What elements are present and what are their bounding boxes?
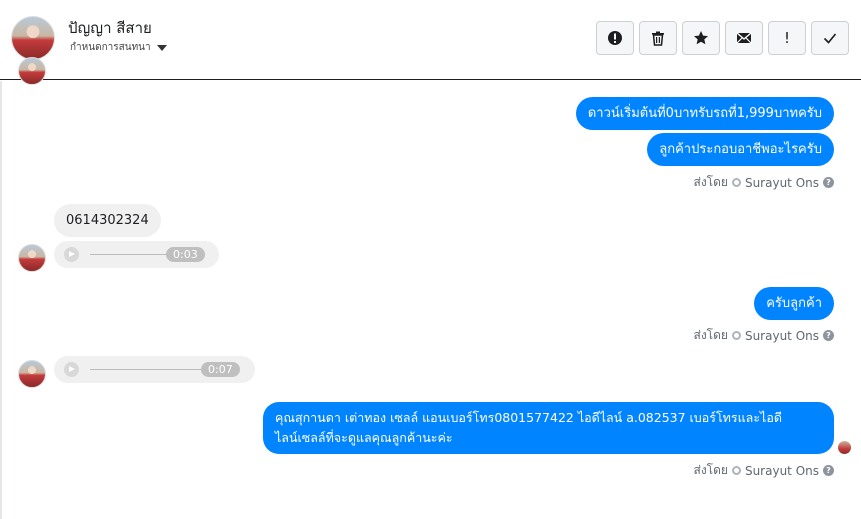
follow-up-button[interactable]: !	[768, 21, 806, 55]
outgoing-message-multiline[interactable]: คุณสุกานดา เต่าทอง เซลล์ แอนเบอร์โทร0801…	[263, 402, 834, 454]
sent-by-line: ส่งโดย Surayut Ons ?	[693, 461, 834, 480]
sent-by-label: ส่งโดย	[693, 175, 728, 189]
contact-avatar-small	[18, 57, 46, 85]
gear-icon	[731, 178, 741, 187]
gear-icon	[731, 331, 741, 340]
audio-message[interactable]: 0:07	[54, 356, 255, 383]
conversation-status-dropdown[interactable]: กำหนดการสนทนา	[70, 40, 167, 55]
conversation-status-label: กำหนดการสนทนา	[70, 42, 151, 53]
contact-avatar-small	[18, 244, 46, 272]
incoming-message[interactable]: 0614302324	[54, 204, 161, 237]
sent-by-label: ส่งโดย	[693, 463, 728, 477]
audio-progress-track[interactable]	[90, 369, 216, 370]
gear-icon	[731, 466, 741, 475]
seen-avatar	[838, 441, 851, 454]
play-icon[interactable]	[64, 362, 79, 377]
delete-button[interactable]	[639, 21, 677, 55]
conversation-header: ปัญญา สีสาย กำหนดการสนทนา !	[0, 0, 861, 80]
exclamation-icon: !	[783, 29, 790, 47]
contact-avatar-small	[18, 360, 46, 388]
check-icon	[823, 33, 837, 44]
play-icon[interactable]	[64, 247, 79, 262]
message-line: ไลน์เซลล์ที่จะดูแลคุณลูกค้านะค่ะ	[275, 430, 453, 445]
outgoing-message[interactable]: ครับลูกค้า	[754, 287, 834, 320]
trash-icon	[652, 31, 664, 46]
outgoing-message[interactable]: ดาวน์เริ่มต้นที่0บาทรับรถที่1,999บาทครับ	[575, 97, 834, 130]
alert-circle-icon	[608, 31, 622, 45]
audio-message[interactable]: 0:03	[54, 241, 219, 268]
sent-by-line: ส่งโดย Surayut Ons ?	[693, 326, 834, 345]
sent-by-line: ส่งโดย Surayut Ons ?	[693, 173, 834, 192]
conversation-toolbar: !	[596, 21, 849, 55]
audio-duration: 0:03	[166, 247, 205, 262]
help-icon[interactable]: ?	[823, 177, 834, 188]
contact-avatar[interactable]	[11, 16, 55, 60]
mark-spam-button[interactable]	[596, 21, 634, 55]
mark-done-button[interactable]	[811, 21, 849, 55]
sent-by-label: ส่งโดย	[693, 328, 728, 342]
star-icon	[694, 31, 708, 45]
agent-name[interactable]: Surayut Ons	[745, 176, 819, 190]
agent-name[interactable]: Surayut Ons	[745, 329, 819, 343]
caret-down-icon	[156, 44, 167, 51]
message-line: คุณสุกานดา เต่าทอง เซลล์ แอนเบอร์โทร0801…	[275, 410, 782, 425]
message-thread[interactable]: ดาวน์เริ่มต้นที่0บาทรับรถที่1,999บาทครับ…	[0, 57, 861, 519]
help-icon[interactable]: ?	[823, 330, 834, 341]
envelope-icon	[736, 32, 752, 44]
contact-name[interactable]: ปัญญา สีสาย	[68, 16, 152, 40]
mark-unread-button[interactable]	[725, 21, 763, 55]
help-icon[interactable]: ?	[823, 465, 834, 476]
audio-duration: 0:07	[201, 362, 240, 377]
star-button[interactable]	[682, 21, 720, 55]
agent-name[interactable]: Surayut Ons	[745, 464, 819, 478]
outgoing-message[interactable]: ลูกค้าประกอบอาชีพอะไรครับ	[647, 133, 834, 166]
